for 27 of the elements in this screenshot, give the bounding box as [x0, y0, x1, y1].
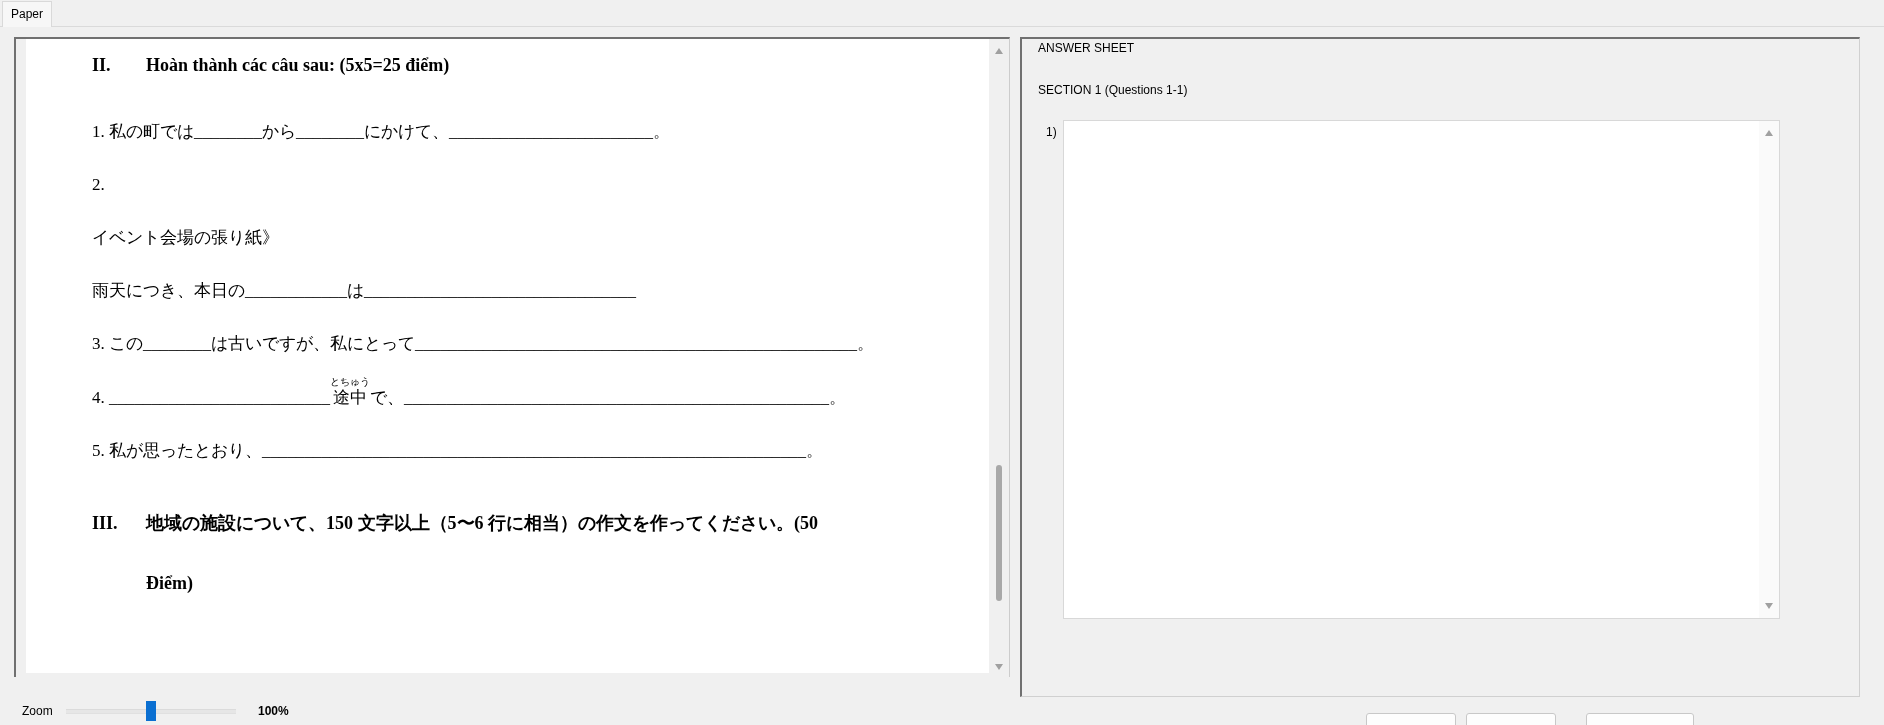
section-heading: 地域の施設について、150 文字以上（5〜6 行に相当）の作文を作ってください。(50 Điểm)	[146, 512, 819, 595]
answer-box[interactable]	[1062, 120, 1780, 619]
scroll-down-icon[interactable]	[1763, 602, 1774, 610]
question-line: 雨天につき、本日の____________は________________________________	[92, 280, 637, 302]
question-line: イベント会場の張り紙》	[92, 227, 280, 249]
scroll-up-icon[interactable]	[994, 47, 1004, 55]
section-number: II.	[92, 54, 112, 77]
question-line: 1. 私の町では________から________にかけて、________________________。	[92, 121, 671, 143]
section-number: III.	[92, 512, 119, 535]
kanji-word: 途中	[333, 387, 367, 409]
scroll-thumb[interactable]	[996, 465, 1002, 601]
furigana: とちゅう	[330, 376, 370, 387]
section-title: SECTION 1 (Questions 1-1)	[1038, 83, 1189, 97]
scroll-down-icon[interactable]	[994, 663, 1004, 671]
zoom-value: 100%	[258, 704, 289, 718]
question-line: で、__________________________________________________。	[370, 387, 846, 409]
scroll-up-icon[interactable]	[1763, 129, 1774, 137]
section-heading: Hoàn thành các câu sau: (5x5=25 điểm)	[146, 54, 451, 77]
slider-thumb[interactable]	[146, 701, 156, 721]
paper-tab[interactable]: Paper	[2, 1, 53, 27]
question-line: 2.	[92, 174, 106, 196]
question-line: 4. __________________________	[92, 387, 330, 409]
question-line: 3. この________は古いですが、私にとって____________________________________________________。	[92, 333, 875, 355]
question-number: 1)	[1045, 124, 1057, 141]
question-line: 5. 私が思ったとおり、________________________________________________________________。	[92, 440, 824, 462]
answer-sheet-title: ANSWER SHEET	[1038, 41, 1135, 55]
zoom-label: Zoom	[22, 704, 54, 718]
